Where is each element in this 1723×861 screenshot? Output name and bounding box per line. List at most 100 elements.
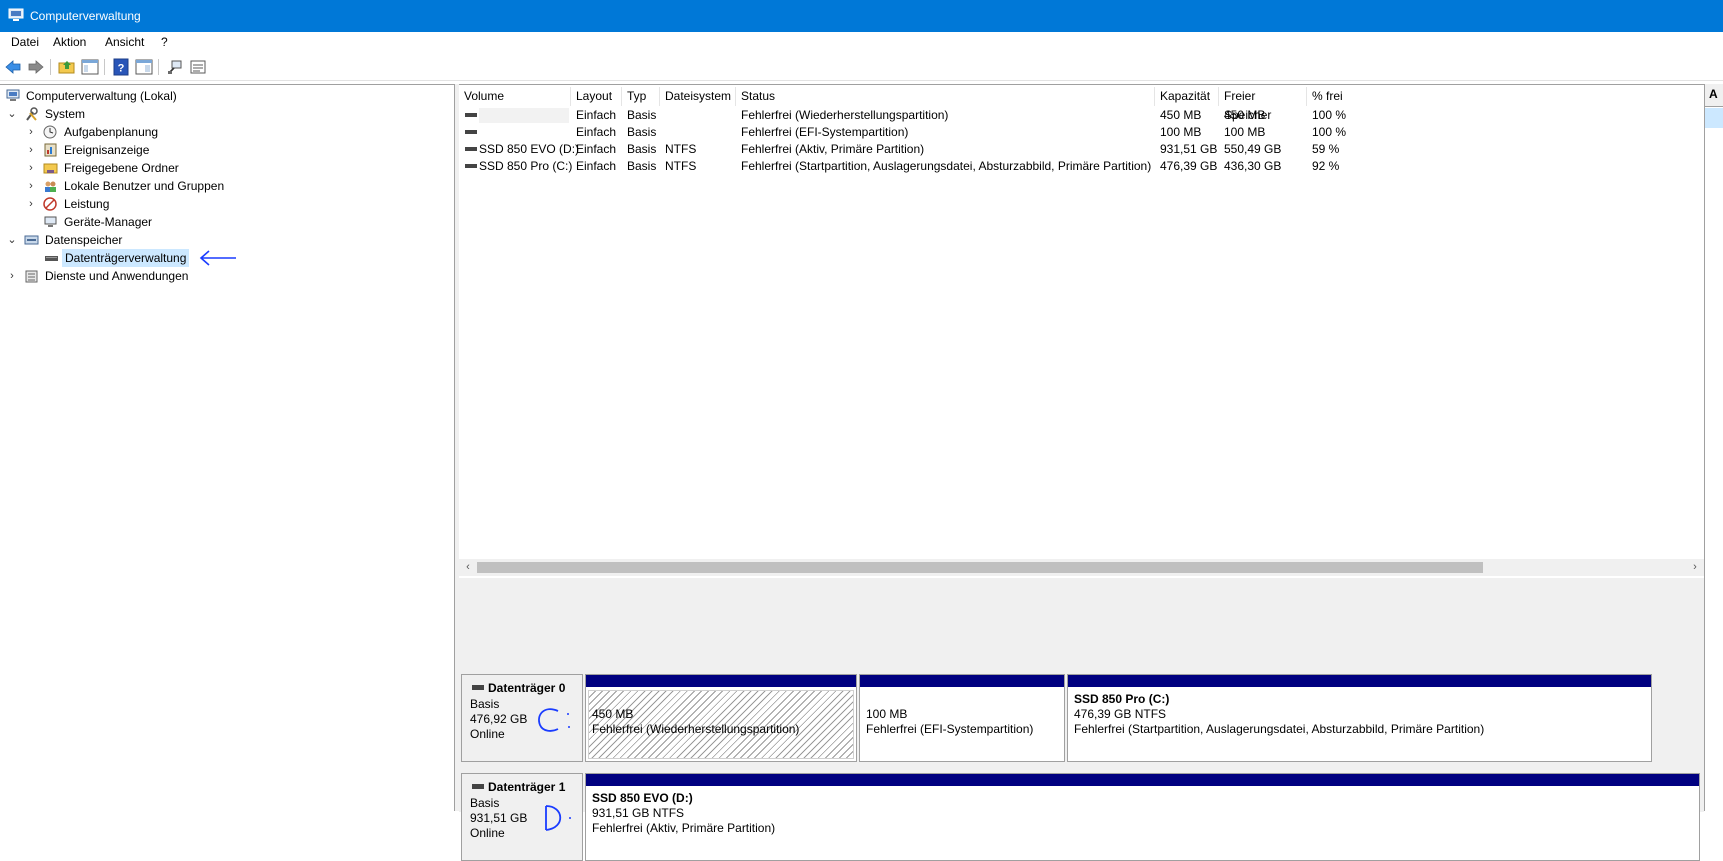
column-header-kapazitaet[interactable]: Kapazität bbox=[1155, 87, 1219, 106]
scroll-left-icon[interactable]: ‹ bbox=[460, 559, 476, 576]
handwritten-c-annotation bbox=[538, 708, 570, 732]
table-row[interactable]: SSD 850 EVO (D:) Einfach Basis NTFS Fehl… bbox=[459, 141, 1704, 158]
cell-status: Fehlerfrei (Wiederherstellungspartition) bbox=[741, 108, 949, 122]
partition-size: 100 MB bbox=[866, 707, 908, 721]
column-header-dateisystem[interactable]: Dateisystem bbox=[660, 87, 736, 106]
partition-title: SSD 850 Pro (C:) bbox=[1074, 692, 1170, 706]
menu-datei[interactable]: Datei bbox=[7, 35, 43, 49]
table-row[interactable]: Einfach Basis Fehlerfrei (EFI-Systempart… bbox=[459, 124, 1704, 141]
partition-ssd-850-pro[interactable]: SSD 850 Pro (C:) 476,39 GB NTFS Fehlerfr… bbox=[1067, 674, 1652, 762]
chevron-right-icon[interactable]: › bbox=[25, 123, 37, 141]
partition-header-bar bbox=[860, 675, 1064, 687]
table-row[interactable]: SSD 850 Pro (C:) Einfach Basis NTFS Fehl… bbox=[459, 158, 1704, 175]
action-pane: A bbox=[1704, 84, 1723, 811]
title-bar: Computerverwaltung bbox=[0, 0, 1723, 32]
action-pane-header: A bbox=[1705, 84, 1723, 107]
column-header-freier-speicher[interactable]: Freier Speicher bbox=[1219, 87, 1307, 122]
cell-typ: Basis bbox=[627, 125, 657, 139]
chevron-right-icon[interactable]: › bbox=[25, 159, 37, 177]
partition-size: 931,51 GB NTFS bbox=[592, 806, 685, 820]
show-hide-action-pane-icon[interactable] bbox=[135, 58, 153, 76]
chevron-right-icon[interactable]: › bbox=[25, 177, 37, 195]
column-header-volume[interactable]: Volume bbox=[459, 87, 571, 106]
handwritten-d-annotation bbox=[545, 805, 571, 831]
event-viewer-icon bbox=[44, 143, 57, 157]
column-header-typ[interactable]: Typ bbox=[622, 87, 660, 106]
menu-ansicht[interactable]: Ansicht bbox=[101, 35, 148, 49]
scrollbar-thumb[interactable] bbox=[477, 562, 1483, 573]
disk-1-info[interactable]: Datenträger 1 Basis 931,51 GB Online bbox=[461, 773, 583, 861]
tree-label: Aufgabenplanung bbox=[64, 125, 159, 139]
partition-efi[interactable]: 100 MB Fehlerfrei (EFI-Systempartition) bbox=[859, 674, 1065, 762]
disk-size: 931,51 GB bbox=[470, 811, 528, 825]
cell-prozent-frei: 100 % bbox=[1312, 108, 1347, 122]
partition-recovery[interactable]: 450 MB Fehlerfrei (Wiederherstellungspar… bbox=[585, 674, 857, 762]
disk-graphical-view: Datenträger 0 Basis 476,92 GB Online 450… bbox=[459, 578, 1704, 861]
show-hide-tree-icon[interactable] bbox=[81, 58, 99, 76]
chevron-right-icon[interactable]: › bbox=[6, 267, 18, 285]
disk-name: Datenträger 1 bbox=[488, 780, 566, 794]
volume-drive-icon bbox=[465, 130, 477, 134]
table-row[interactable]: Einfach Basis Fehlerfrei (Wiederherstell… bbox=[459, 107, 1704, 124]
cell-dateisystem: NTFS bbox=[665, 142, 697, 156]
disk-type: Basis bbox=[470, 697, 500, 711]
partition-status: Fehlerfrei (Aktiv, Primäre Partition) bbox=[592, 821, 776, 835]
partition-status: Fehlerfrei (Startpartition, Auslagerungs… bbox=[1074, 722, 1485, 736]
partition-ssd-850-evo[interactable]: SSD 850 EVO (D:) 931,51 GB NTFS Fehlerfr… bbox=[585, 773, 1700, 861]
computer-management-icon bbox=[8, 8, 24, 21]
up-folder-icon[interactable] bbox=[58, 58, 76, 76]
properties-icon[interactable] bbox=[189, 58, 207, 76]
cell-typ: Basis bbox=[627, 159, 657, 173]
partition-header-bar bbox=[586, 675, 856, 687]
tools-icon bbox=[26, 107, 38, 121]
cell-prozent-frei: 92 % bbox=[1312, 159, 1340, 173]
disk-state: Online bbox=[470, 727, 505, 741]
help-icon[interactable]: ? bbox=[112, 58, 130, 76]
forward-arrow-icon[interactable] bbox=[27, 58, 45, 76]
svg-text:?: ? bbox=[118, 63, 125, 75]
volume-drive-icon bbox=[465, 164, 477, 168]
back-arrow-icon[interactable] bbox=[4, 58, 22, 76]
partition-status: Fehlerfrei (EFI-Systempartition) bbox=[866, 722, 1034, 736]
cell-typ: Basis bbox=[627, 142, 657, 156]
chevron-down-icon[interactable]: ⌄ bbox=[6, 105, 18, 123]
toolbar-separator bbox=[104, 59, 105, 75]
disk-name: Datenträger 0 bbox=[488, 681, 566, 695]
services-icon bbox=[25, 270, 38, 283]
disk-0-info[interactable]: Datenträger 0 Basis 476,92 GB Online bbox=[461, 674, 583, 762]
chevron-down-icon[interactable]: ⌄ bbox=[6, 231, 18, 249]
cell-kapazitaet: 450 MB bbox=[1160, 108, 1202, 122]
action-pane-selected-item[interactable] bbox=[1705, 108, 1723, 128]
connect-icon[interactable] bbox=[166, 58, 184, 76]
volume-name: SSD 850 Pro (C:) bbox=[479, 159, 573, 173]
action-pane-title: A bbox=[1709, 87, 1718, 101]
tree-label: Lokale Benutzer und Gruppen bbox=[64, 179, 225, 193]
cell-prozent-frei: 100 % bbox=[1312, 125, 1347, 139]
cell-dateisystem: NTFS bbox=[665, 159, 697, 173]
column-header-prozent-frei[interactable]: % frei bbox=[1307, 87, 1367, 106]
volume-name: SSD 850 EVO (D:) bbox=[479, 142, 580, 156]
tree-label: Computerverwaltung (Lokal) bbox=[26, 89, 177, 103]
cell-kapazitaet: 100 MB bbox=[1160, 125, 1202, 139]
chevron-right-icon[interactable]: › bbox=[25, 141, 37, 159]
partition-title: SSD 850 EVO (D:) bbox=[592, 791, 693, 805]
toolbar: ? bbox=[0, 54, 1723, 81]
column-header-status[interactable]: Status bbox=[736, 87, 1155, 106]
tree-label: Geräte-Manager bbox=[64, 215, 153, 229]
horizontal-scrollbar[interactable]: ‹ › bbox=[459, 559, 1704, 576]
cell-freier-speicher: 450 MB bbox=[1224, 108, 1266, 122]
partition-header-bar bbox=[586, 774, 1699, 786]
cell-kapazitaet: 931,51 GB bbox=[1160, 142, 1218, 156]
column-header-layout[interactable]: Layout bbox=[571, 87, 622, 106]
cell-freier-speicher: 100 MB bbox=[1224, 125, 1266, 139]
scroll-right-icon[interactable]: › bbox=[1687, 559, 1703, 576]
partition-header-bar bbox=[1068, 675, 1651, 687]
menu-aktion[interactable]: Aktion bbox=[49, 35, 90, 49]
menu-help[interactable]: ? bbox=[157, 35, 172, 49]
window-title: Computerverwaltung bbox=[30, 9, 141, 23]
volume-drive-icon bbox=[465, 113, 477, 117]
cell-freier-speicher: 550,49 GB bbox=[1224, 142, 1282, 156]
disk-management-pane: Volume Layout Typ Dateisystem Status Kap… bbox=[459, 84, 1704, 861]
chevron-right-icon[interactable]: › bbox=[25, 195, 37, 213]
disk-type: Basis bbox=[470, 796, 500, 810]
